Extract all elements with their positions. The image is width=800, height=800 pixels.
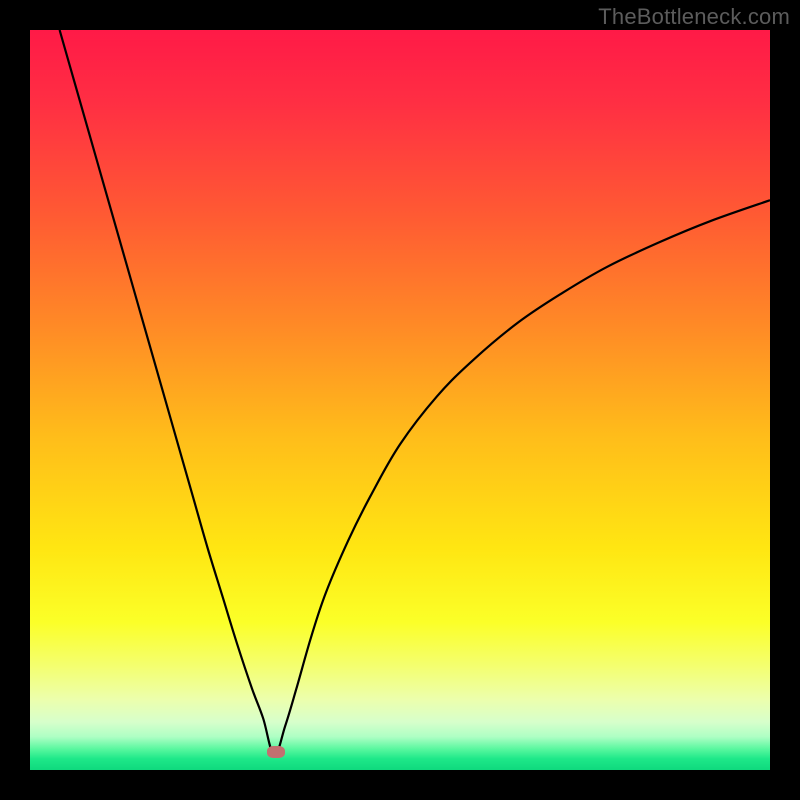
optimal-point-marker (267, 746, 285, 758)
chart-frame: TheBottleneck.com (0, 0, 800, 800)
watermark-text: TheBottleneck.com (598, 4, 790, 30)
bottleneck-curve (30, 30, 770, 770)
plot-area (30, 30, 770, 770)
